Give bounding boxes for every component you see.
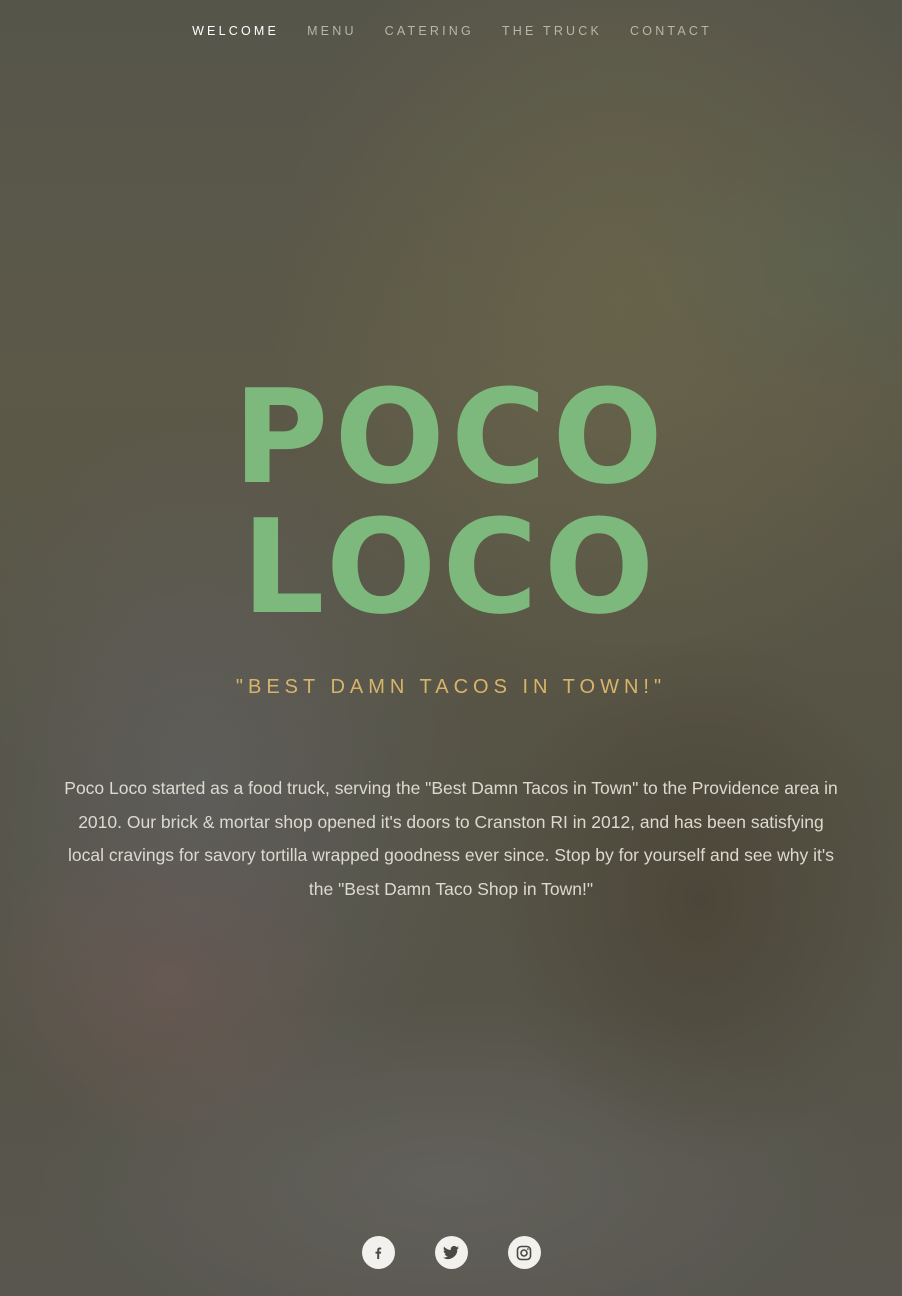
about-text: Poco Loco started as a food truck, servi… bbox=[64, 778, 838, 899]
title-line-2: LOCO bbox=[241, 491, 661, 643]
tagline: "BEST DAMN TACOS IN TOWN!" bbox=[235, 676, 667, 698]
nav-contact[interactable]: CONTACT bbox=[615, 22, 725, 40]
nav-welcome[interactable]: WELCOME bbox=[177, 22, 292, 40]
facebook-link[interactable] bbox=[361, 1236, 395, 1269]
title-line-1: POCO bbox=[233, 361, 669, 513]
instagram-link[interactable] bbox=[507, 1236, 541, 1269]
instagram-icon bbox=[516, 1245, 532, 1260]
site-title: POCO LOCO bbox=[0, 372, 902, 632]
main-nav: WELCOME MENU CATERING THE TRUCK CONTACT bbox=[0, 22, 902, 40]
nav-menu[interactable]: MENU bbox=[292, 22, 370, 40]
twitter-icon bbox=[443, 1245, 459, 1259]
twitter-link[interactable] bbox=[434, 1236, 468, 1269]
nav-catering[interactable]: CATERING bbox=[370, 22, 487, 40]
facebook-icon bbox=[375, 1247, 382, 1259]
nav-the-truck[interactable]: THE TRUCK bbox=[487, 22, 615, 40]
background-photo bbox=[0, 0, 902, 1296]
social-links bbox=[0, 1236, 902, 1269]
